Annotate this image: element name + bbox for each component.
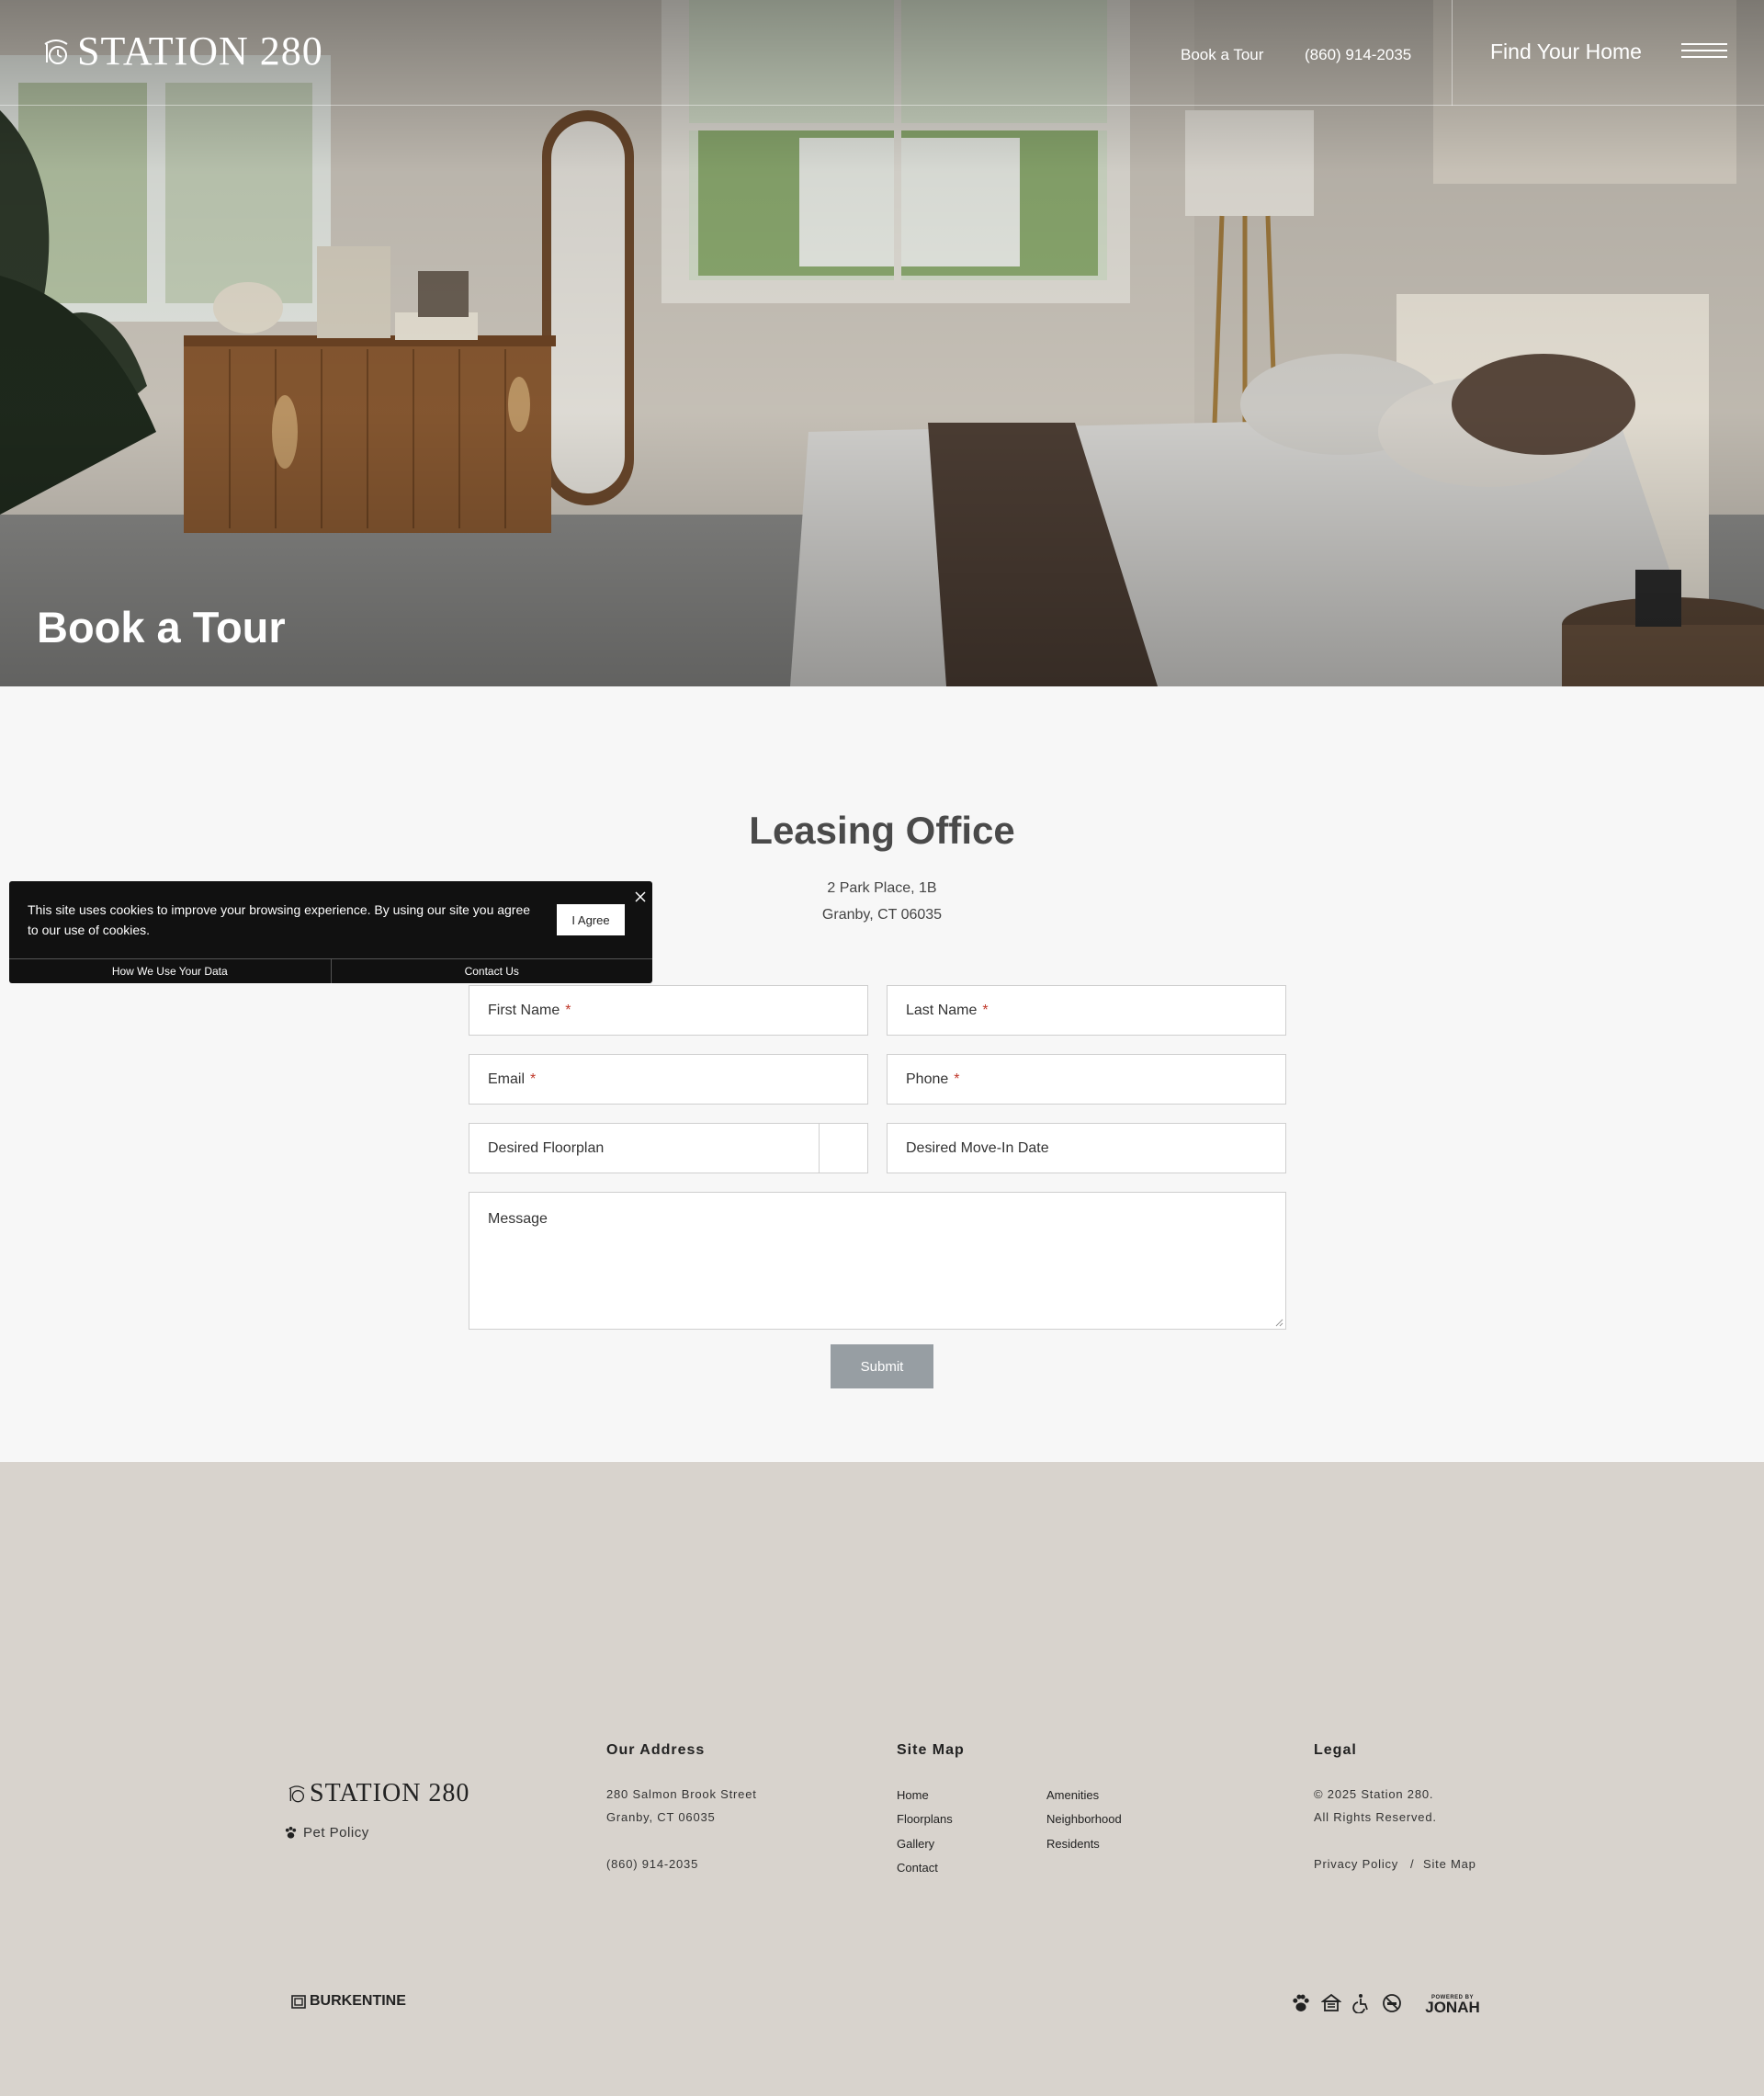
address-heading: Our Address	[606, 1742, 706, 1758]
first-name-label: First Name	[488, 1002, 560, 1018]
compliance-icons	[1291, 1993, 1412, 2013]
clock-tower-icon	[44, 39, 68, 64]
submit-button[interactable]: Submit	[831, 1344, 933, 1388]
pet-policy-label: Pet Policy	[303, 1825, 369, 1841]
no-smoking-icon	[1383, 1994, 1401, 2012]
pet-policy-link[interactable]: Pet Policy	[284, 1825, 369, 1841]
hamburger-menu-icon[interactable]	[1681, 43, 1727, 62]
paw-icon	[285, 1826, 297, 1839]
nav-phone-link[interactable]: (860) 914-2035	[1305, 46, 1411, 64]
top-navigation: STATION 280 Book a Tour (860) 914-2035 F…	[0, 0, 1764, 106]
footer-address-line1: 280 Salmon Brook Street	[606, 1787, 757, 1801]
how-we-use-data-link[interactable]: How We Use Your Data	[9, 959, 332, 983]
move-in-label: Desired Move-In Date	[906, 1139, 1049, 1156]
footer-phone-link[interactable]: (860) 914-2035	[606, 1857, 698, 1871]
logo-text: STATION 280	[77, 28, 323, 74]
select-arrow-divider	[819, 1124, 820, 1173]
move-in-date-field[interactable]: Desired Move-In Date	[887, 1123, 1286, 1173]
email-field[interactable]: Email *	[469, 1054, 868, 1105]
accessibility-icon	[1352, 1994, 1368, 2013]
last-name-label: Last Name	[906, 1002, 978, 1018]
cookie-contact-link[interactable]: Contact Us	[332, 959, 653, 983]
hero-title: Book a Tour	[37, 603, 286, 651]
find-your-home-link[interactable]: Find Your Home	[1490, 40, 1642, 64]
rights-text: All Rights Reserved.	[1314, 1810, 1437, 1824]
close-icon[interactable]	[634, 890, 647, 903]
required-mark: *	[982, 1002, 989, 1018]
cookie-links: How We Use Your Data Contact Us	[9, 958, 652, 983]
equal-housing-icon	[1321, 1993, 1341, 2011]
privacy-policy-link[interactable]: Privacy Policy	[1314, 1857, 1398, 1871]
nav-divider	[1452, 0, 1453, 106]
footer-logo-text: STATION 280	[310, 1779, 470, 1807]
last-name-field[interactable]: Last Name *	[887, 985, 1286, 1036]
footer-logo[interactable]: STATION 280	[288, 1779, 469, 1808]
burkentine-label: BURKENTINE	[310, 1993, 406, 2009]
legal-separator: /	[1410, 1857, 1415, 1871]
first-name-field[interactable]: First Name *	[469, 985, 868, 1036]
required-mark: *	[530, 1071, 537, 1087]
cookie-agree-button[interactable]: I Agree	[557, 904, 625, 935]
footer-link-residents[interactable]: Residents	[1046, 1837, 1100, 1851]
footer-link-neighborhood[interactable]: Neighborhood	[1046, 1812, 1122, 1826]
floorplan-select[interactable]: Desired Floorplan	[469, 1123, 868, 1173]
legal-sitemap-link[interactable]: Site Map	[1423, 1857, 1476, 1871]
legal-heading: Legal	[1314, 1742, 1357, 1758]
message-label: Message	[488, 1211, 548, 1227]
building-icon	[291, 1995, 306, 2009]
required-mark: *	[565, 1002, 571, 1018]
jonah-label: JONAH	[1425, 1999, 1480, 2016]
leasing-office-title: Leasing Office	[749, 809, 1015, 852]
phone-field[interactable]: Phone *	[887, 1054, 1286, 1105]
hero-banner: STATION 280 Book a Tour (860) 914-2035 F…	[0, 0, 1764, 686]
burkentine-logo[interactable]: BURKENTINE	[290, 1993, 406, 2010]
footer-link-floorplans[interactable]: Floorplans	[897, 1812, 953, 1826]
sitemap-heading: Site Map	[897, 1742, 965, 1758]
email-label: Email	[488, 1071, 526, 1087]
jonah-logo[interactable]: POWERED BY JONAH	[1420, 1995, 1485, 2015]
footer-address-line2: Granby, CT 06035	[606, 1810, 716, 1824]
footer-link-contact[interactable]: Contact	[897, 1861, 938, 1875]
cookie-banner: This site uses cookies to improve your b…	[9, 881, 652, 983]
clock-tower-icon	[288, 1785, 305, 1803]
copyright-text: © 2025 Station 280.	[1314, 1787, 1434, 1801]
site-logo[interactable]: STATION 280	[42, 28, 323, 74]
message-textarea[interactable]: Message	[469, 1192, 1286, 1330]
footer-link-gallery[interactable]: Gallery	[897, 1837, 934, 1851]
required-mark: *	[954, 1071, 960, 1087]
floorplan-label: Desired Floorplan	[488, 1139, 605, 1156]
nav-book-tour-link[interactable]: Book a Tour	[1181, 46, 1263, 64]
resize-handle-icon[interactable]	[1274, 1318, 1283, 1327]
footer-link-home[interactable]: Home	[897, 1788, 929, 1802]
footer-link-amenities[interactable]: Amenities	[1046, 1788, 1099, 1802]
cookie-message: This site uses cookies to improve your b…	[28, 902, 531, 937]
pet-friendly-icon	[1293, 1994, 1309, 2011]
phone-label: Phone	[906, 1071, 949, 1087]
site-footer: STATION 280 Pet Policy Our Address 280 S…	[0, 1462, 1764, 2096]
